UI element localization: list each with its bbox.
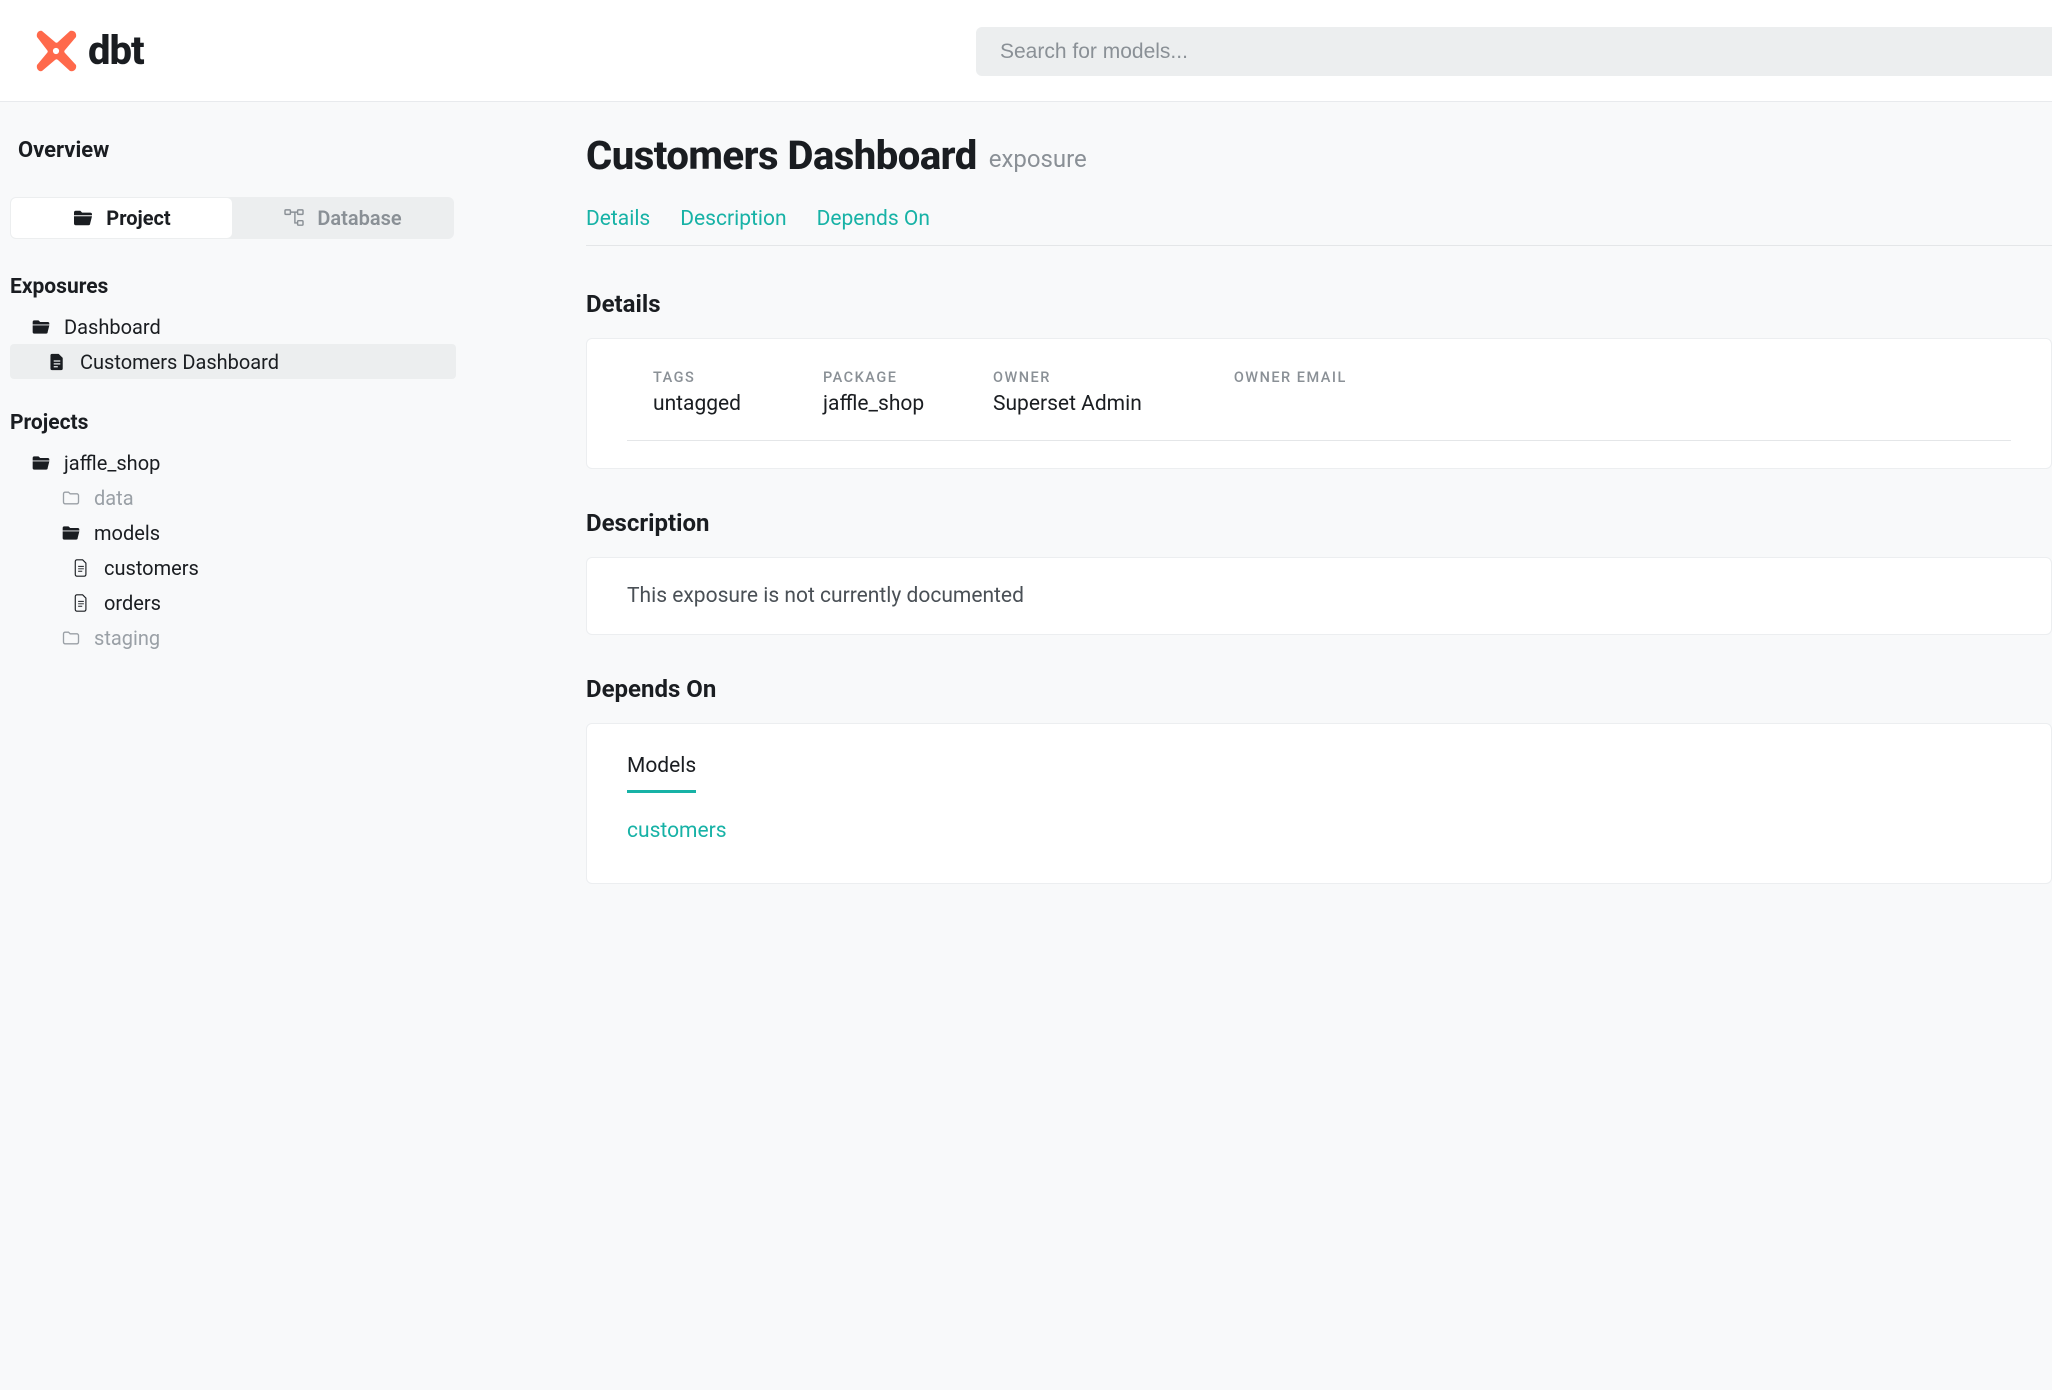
document-icon (46, 353, 68, 371)
sidebar-tabs: Project Database (10, 197, 454, 239)
details-card: TAGS untagged PACKAGE jaffle_shop OWNER … (586, 338, 2052, 469)
app-header: dbt (0, 0, 2052, 102)
detail-label: TAGS (653, 369, 763, 386)
folder-data-label: data (94, 486, 134, 510)
exposures-header: Exposures (10, 275, 456, 299)
description-heading: Description (586, 509, 2052, 537)
folder-open-icon (30, 454, 52, 472)
anchor-details[interactable]: Details (586, 207, 650, 231)
logo-text: dbt (88, 27, 144, 74)
detail-package: PACKAGE jaffle_shop (823, 369, 933, 416)
tab-database[interactable]: Database (232, 198, 453, 238)
detail-label: OWNER EMAIL (1234, 369, 1347, 386)
dbt-logo-icon (34, 29, 78, 73)
anchor-description[interactable]: Description (680, 207, 786, 231)
detail-value: Superset Admin (993, 392, 1142, 416)
exposures-group-label: Dashboard (64, 315, 161, 339)
details-divider (627, 440, 2011, 460)
folder-staging-label: staging (94, 626, 160, 650)
exposures-group-dashboard[interactable]: Dashboard (10, 309, 456, 344)
main-content: Customers Dashboard exposure Details Des… (456, 102, 2052, 1390)
detail-label: PACKAGE (823, 369, 933, 386)
depends-heading: Depends On (586, 675, 2052, 703)
model-customers[interactable]: customers (10, 550, 456, 585)
page-title: Customers Dashboard exposure (586, 132, 2052, 179)
detail-value: untagged (653, 392, 763, 416)
model-label: orders (104, 591, 161, 615)
tab-project[interactable]: Project (11, 198, 232, 238)
detail-value: jaffle_shop (823, 392, 933, 416)
folder-data[interactable]: data (10, 480, 456, 515)
depends-card: Models customers (586, 723, 2052, 884)
description-card: This exposure is not currently documente… (586, 557, 2052, 635)
anchor-nav: Details Description Depends On (586, 207, 2052, 246)
details-section: Details TAGS untagged PACKAGE jaffle_sho… (586, 290, 2052, 469)
description-text: This exposure is not currently documente… (627, 584, 2011, 608)
tab-database-label: Database (317, 206, 401, 230)
detail-tags: TAGS untagged (653, 369, 763, 416)
sidebar: Overview Project Database Exposures (0, 102, 456, 1390)
depends-item-customers[interactable]: customers (627, 819, 2011, 843)
description-section: Description This exposure is not current… (586, 509, 2052, 635)
folder-icon (60, 629, 82, 647)
folder-models[interactable]: models (10, 515, 456, 550)
file-icon (70, 559, 92, 577)
project-jaffle-shop[interactable]: jaffle_shop (10, 445, 456, 480)
folder-models-label: models (94, 521, 160, 545)
detail-label: OWNER (993, 369, 1142, 386)
exposure-item-customers-dashboard[interactable]: Customers Dashboard (10, 344, 456, 379)
details-heading: Details (586, 290, 2052, 318)
overview-heading: Overview (10, 138, 456, 163)
detail-owner: OWNER Superset Admin (993, 369, 1142, 416)
projects-section: Projects jaffle_shop data (10, 411, 456, 655)
exposures-section: Exposures Dashboard Customers Dashboard (10, 275, 456, 379)
folder-staging[interactable]: staging (10, 620, 456, 655)
logo[interactable]: dbt (34, 27, 144, 74)
resource-type: exposure (989, 145, 1087, 179)
folder-icon (60, 489, 82, 507)
exposure-item-label: Customers Dashboard (80, 350, 279, 374)
model-label: customers (104, 556, 199, 580)
database-tree-icon (283, 209, 305, 227)
search-input[interactable] (976, 27, 2052, 76)
anchor-depends-on[interactable]: Depends On (817, 207, 930, 231)
depends-on-section: Depends On Models customers (586, 675, 2052, 884)
depends-tab-models[interactable]: Models (627, 754, 696, 793)
projects-header: Projects (10, 411, 456, 435)
model-orders[interactable]: orders (10, 585, 456, 620)
folder-open-icon (72, 209, 94, 227)
search-bar (976, 27, 2052, 76)
detail-owner-email: OWNER EMAIL (1234, 369, 1347, 416)
tab-project-label: Project (106, 206, 170, 230)
folder-open-icon (60, 524, 82, 542)
file-icon (70, 594, 92, 612)
page-title-text: Customers Dashboard (586, 132, 977, 179)
project-label: jaffle_shop (64, 451, 160, 475)
folder-open-icon (30, 318, 52, 336)
